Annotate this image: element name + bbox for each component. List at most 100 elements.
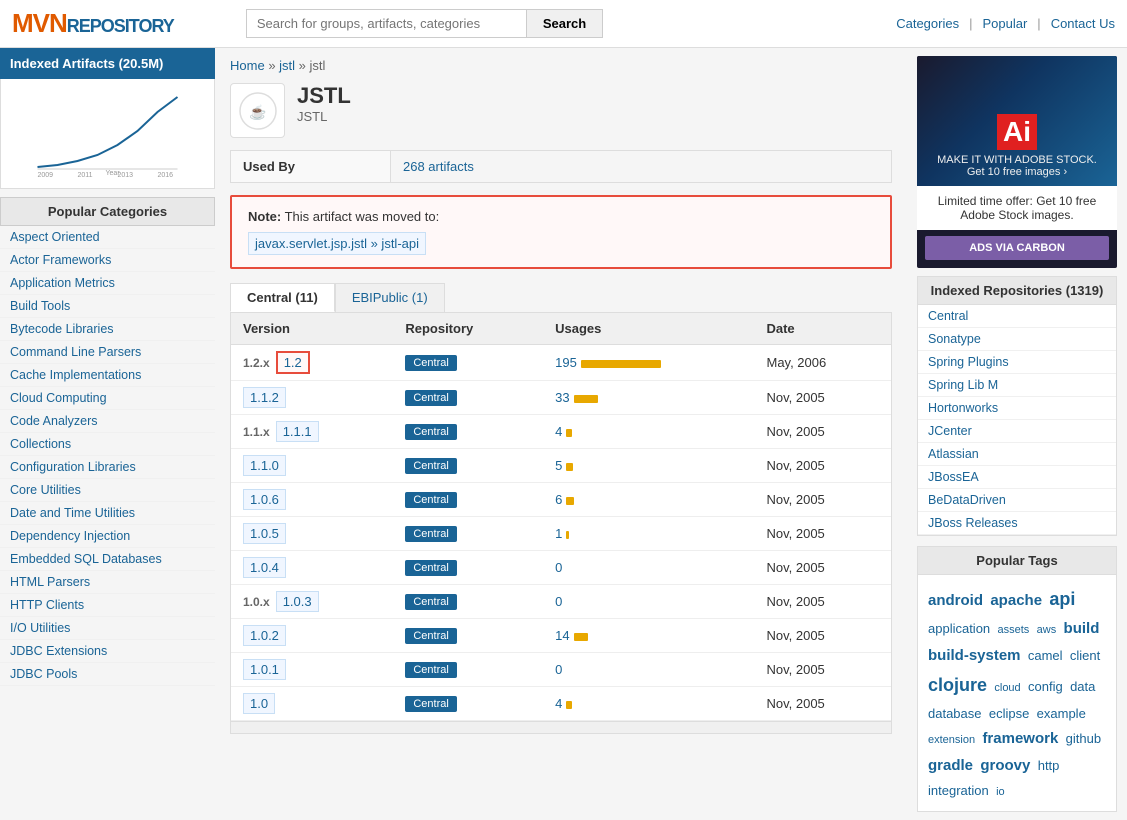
tag-groovy[interactable]: groovy [980,757,1030,774]
usages-count[interactable]: 4 [555,424,562,439]
tag-config[interactable]: config [1028,679,1063,694]
sidebar-item-cloud-computing[interactable]: Cloud Computing [0,387,215,410]
tag-github[interactable]: github [1066,731,1101,746]
repo-link-hortonworks[interactable]: Hortonworks [918,397,1116,420]
sidebar-item-code-analyzers[interactable]: Code Analyzers [0,410,215,433]
tag-data[interactable]: data [1070,679,1095,694]
version-link[interactable]: 1.0 [243,693,275,714]
version-date: Nov, 2005 [754,483,891,517]
sidebar-item-collections[interactable]: Collections [0,433,215,456]
repo-link-atlassian[interactable]: Atlassian [918,443,1116,466]
nav-popular[interactable]: Popular [982,16,1027,31]
sidebar-item-bytecode-libraries[interactable]: Bytecode Libraries [0,318,215,341]
nav-categories[interactable]: Categories [896,16,959,31]
tag-clojure[interactable]: clojure [928,675,987,695]
repo-link-sonatype[interactable]: Sonatype [918,328,1116,351]
tag-camel[interactable]: camel [1028,648,1063,663]
scroll-bar-bottom[interactable] [231,721,891,733]
usages-count[interactable]: 14 [555,628,569,643]
ad-cta-button[interactable]: ADS VIA CARBON [925,236,1109,260]
tag-eclipse[interactable]: eclipse [989,706,1029,721]
th-usages: Usages [543,313,754,345]
version-link[interactable]: 1.0.4 [243,557,286,578]
sidebar-item-command-line-parsers[interactable]: Command Line Parsers [0,341,215,364]
sidebar-item-cache-implementations[interactable]: Cache Implementations [0,364,215,387]
version-link[interactable]: 1.1.0 [243,455,286,476]
repo-link-bedatadriven[interactable]: BeDataDriven [918,489,1116,512]
artifact-title: JSTL [297,83,351,109]
nav-contact[interactable]: Contact Us [1051,16,1115,31]
sidebar-item-aspect-oriented[interactable]: Aspect Oriented [0,226,215,249]
tag-apache[interactable]: apache [990,592,1042,609]
repo-link-jcenter[interactable]: JCenter [918,420,1116,443]
tag-integration[interactable]: integration [928,783,989,798]
breadcrumb-home[interactable]: Home [230,58,265,73]
sidebar-item-actor-frameworks[interactable]: Actor Frameworks [0,249,215,272]
search-button[interactable]: Search [526,9,603,38]
sidebar-item-dependency-injection[interactable]: Dependency Injection [0,525,215,548]
sidebar-item-date-and-time-utilities[interactable]: Date and Time Utilities [0,502,215,525]
table-row: 1.2.x1.2Central195May, 2006 [231,345,891,381]
version-link[interactable]: 1.1.2 [243,387,286,408]
tag-client[interactable]: client [1070,648,1100,663]
table-header-row: Version Repository Usages Date [231,313,891,345]
usages-count[interactable]: 6 [555,492,562,507]
tag-database[interactable]: database [928,706,982,721]
version-link[interactable]: 1.2 [276,351,310,374]
usage-bar [566,429,572,437]
usages-count[interactable]: 0 [555,662,562,677]
usages-count[interactable]: 0 [555,594,562,609]
used-by-count[interactable]: 268 artifacts [403,159,474,174]
usages-count[interactable]: 5 [555,458,562,473]
sidebar-item-build-tools[interactable]: Build Tools [0,295,215,318]
tag-framework[interactable]: framework [982,730,1058,747]
tag-android[interactable]: android [928,592,983,609]
version-link[interactable]: 1.1.1 [276,421,319,442]
tag-aws[interactable]: aws [1037,624,1057,636]
repo-link-jboss-releases[interactable]: JBoss Releases [918,512,1116,535]
version-link[interactable]: 1.0.6 [243,489,286,510]
version-link[interactable]: 1.0.2 [243,625,286,646]
breadcrumb: Home » jstl » jstl [230,58,892,73]
search-input[interactable] [246,9,526,38]
repo-link-central[interactable]: Central [918,305,1116,328]
version-link[interactable]: 1.0.1 [243,659,286,680]
usages-count[interactable]: 195 [555,355,577,370]
version-link[interactable]: 1.0.5 [243,523,286,544]
repo-link-jbossea[interactable]: JBossEA [918,466,1116,489]
sidebar-item-html-parsers[interactable]: HTML Parsers [0,571,215,594]
sidebar-item-embedded-sql-databases[interactable]: Embedded SQL Databases [0,548,215,571]
tag-example[interactable]: example [1037,706,1086,721]
tag-io[interactable]: io [996,786,1005,798]
repo-badge: Central [405,424,456,440]
usages-count[interactable]: 4 [555,696,562,711]
tag-extension[interactable]: extension [928,734,975,746]
tab-central[interactable]: Central (11) [230,283,335,312]
sidebar-item-application-metrics[interactable]: Application Metrics [0,272,215,295]
version-link[interactable]: 1.0.3 [276,591,319,612]
sidebar-item-jdbc-pools[interactable]: JDBC Pools [0,663,215,686]
sidebar-item-configuration-libraries[interactable]: Configuration Libraries [0,456,215,479]
usages-count[interactable]: 33 [555,390,569,405]
sidebar-item-jdbc-extensions[interactable]: JDBC Extensions [0,640,215,663]
sidebar-item-http-clients[interactable]: HTTP Clients [0,594,215,617]
tag-assets[interactable]: assets [998,624,1030,636]
tag-api[interactable]: api [1049,589,1075,609]
usages-count[interactable]: 1 [555,526,562,541]
tag-cloud[interactable]: cloud [994,682,1020,694]
tab-ebipublic[interactable]: EBIPublic (1) [335,283,445,312]
sidebar-item-i/o-utilities[interactable]: I/O Utilities [0,617,215,640]
breadcrumb-jstl1[interactable]: jstl [279,58,295,73]
version-date: Nov, 2005 [754,415,891,449]
sidebar-item-core-utilities[interactable]: Core Utilities [0,479,215,502]
tag-application[interactable]: application [928,621,990,636]
tag-build[interactable]: build [1064,620,1100,637]
th-date: Date [754,313,891,345]
note-link[interactable]: javax.servlet.jsp.jstl » jstl-api [248,232,426,255]
repo-link-spring-lib-m[interactable]: Spring Lib M [918,374,1116,397]
usages-count[interactable]: 0 [555,560,562,575]
tag-http[interactable]: http [1038,758,1060,773]
tag-gradle[interactable]: gradle [928,757,973,774]
repo-link-spring-plugins[interactable]: Spring Plugins [918,351,1116,374]
tag-build-system[interactable]: build-system [928,647,1021,664]
